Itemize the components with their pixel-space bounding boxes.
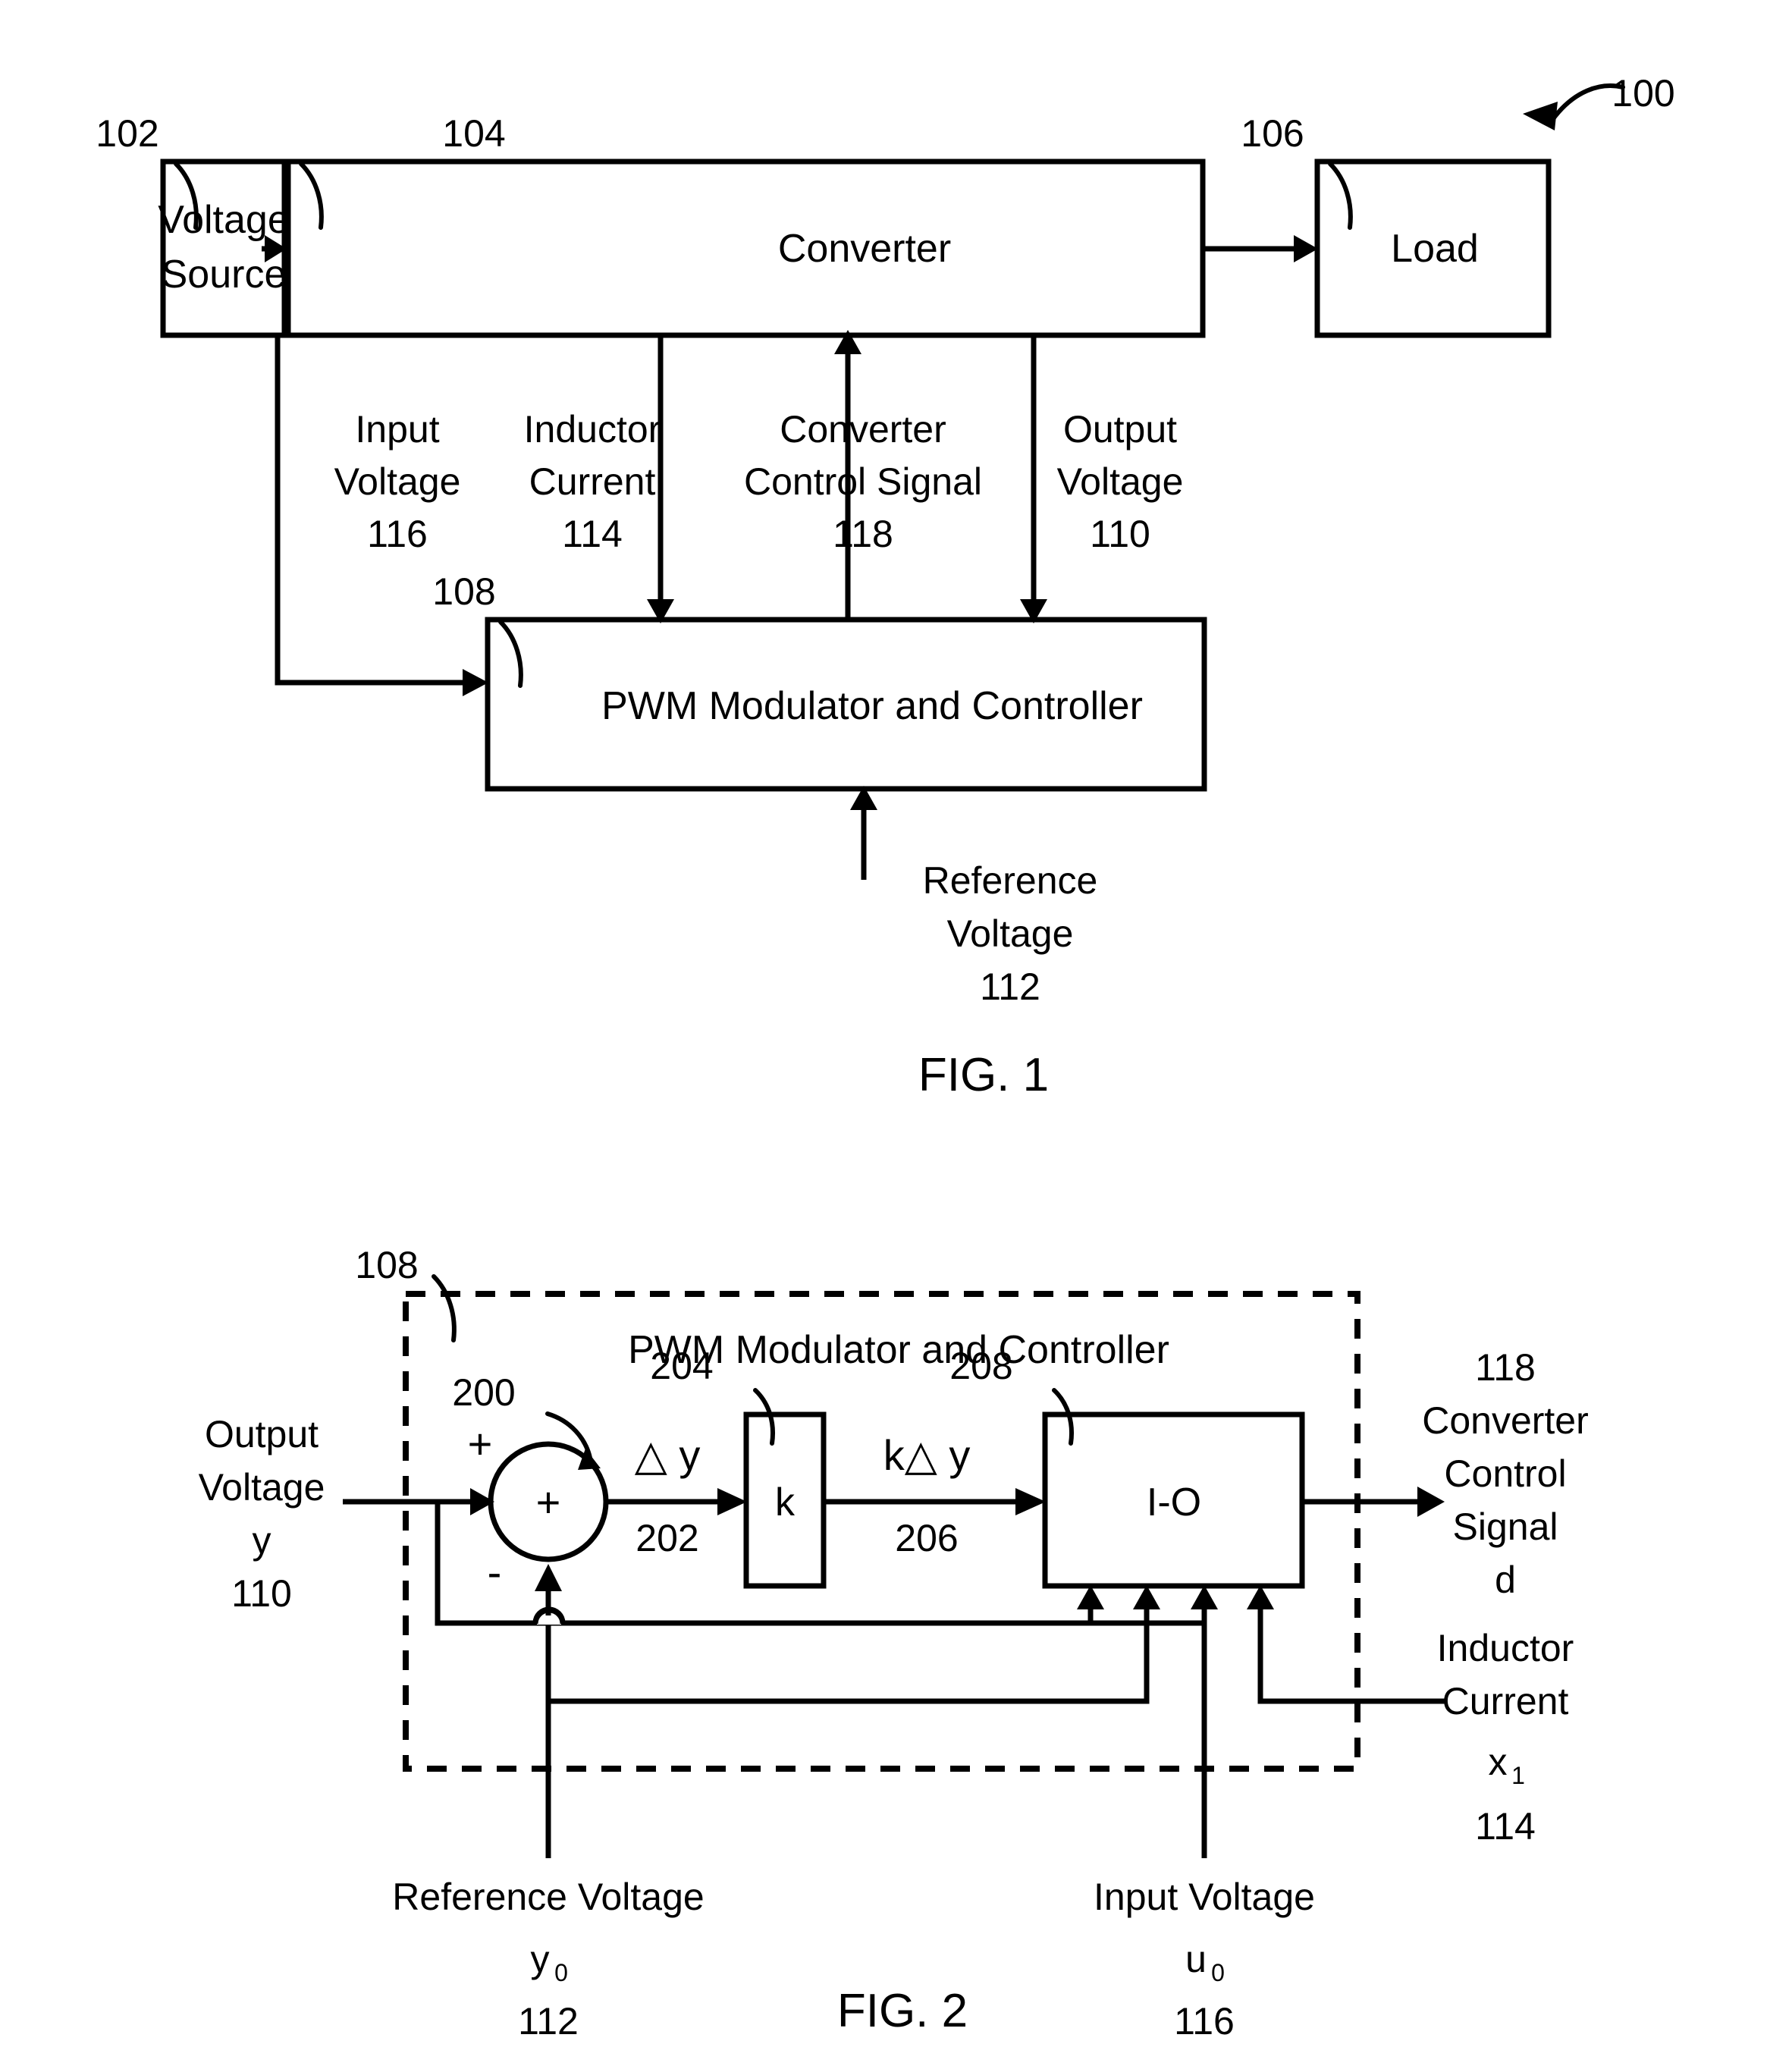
ref-100-leader: [1523, 83, 1625, 130]
summer-plus-sign: +: [468, 1420, 493, 1468]
signal-reference-voltage-ref: 112: [980, 965, 1040, 1008]
signal-reference-voltage-line1: Reference: [923, 859, 1098, 902]
signal-delta-y-label: △ y: [635, 1431, 701, 1479]
wire-reference-voltage-112: [850, 786, 877, 880]
ref-108-label-fig2: 108: [355, 1244, 418, 1286]
ref-204-label: 204: [650, 1345, 713, 1387]
signal-inductor-current-line1: Inductor: [524, 408, 661, 451]
signal-input-voltage-line1: Input: [355, 408, 439, 451]
signal-inductor-current-line2: Current: [529, 460, 656, 503]
ref-108-leader-fig2: [432, 1274, 457, 1342]
signal-converter-control-line1: Converter: [780, 408, 946, 451]
ref-102-label: 102: [96, 112, 158, 155]
port-converter-control-line1: Converter: [1422, 1399, 1589, 1442]
port-input-voltage-var-sub: 0: [1211, 1959, 1225, 1986]
ref-208-label: 208: [949, 1345, 1012, 1387]
block-voltage-source-label-1: Voltage: [158, 198, 290, 242]
port-reference-voltage-var-group: y 0: [531, 1938, 568, 1986]
signal-output-voltage-line2: Voltage: [1057, 460, 1184, 503]
signal-inductor-current-ref: 114: [562, 513, 623, 555]
signal-output-voltage-line1: Output: [1063, 408, 1177, 451]
ref-100-label: 100: [1612, 72, 1674, 115]
signal-converter-control-line2: Control Signal: [744, 460, 982, 503]
port-output-voltage-line2: Voltage: [199, 1466, 325, 1509]
port-converter-control-line3: Signal: [1453, 1506, 1558, 1548]
signal-reference-voltage-line2: Voltage: [947, 912, 1074, 955]
port-reference-voltage-var: y: [531, 1938, 550, 1980]
port-reference-voltage-ref: 112: [518, 2000, 579, 2042]
wire-inductor-current-x1: [1247, 1585, 1445, 1704]
block-load-label: Load: [1391, 227, 1479, 271]
port-converter-control-ref: 118: [1475, 1346, 1536, 1389]
signal-output-voltage-ref: 110: [1090, 513, 1150, 555]
port-input-voltage-ref: 116: [1174, 2000, 1235, 2042]
block-converter-label: Converter: [778, 227, 951, 271]
port-output-voltage-line1: Output: [205, 1413, 319, 1455]
block-converter: [285, 159, 1206, 338]
figure-1-text: 100 102 Voltage Source 104 Converter 106…: [96, 72, 1674, 1101]
port-inductor-current-var: x: [1489, 1741, 1508, 1783]
port-inductor-current-var-group: x 1: [1489, 1741, 1525, 1789]
port-inductor-current-line2: Current: [1442, 1680, 1569, 1722]
ref-106-label: 106: [1241, 112, 1304, 155]
wire-output-voltage-110: [1020, 336, 1047, 623]
port-converter-control-line2: Control: [1444, 1452, 1566, 1495]
figure-2-caption: FIG. 2: [837, 1985, 968, 2037]
wire-inductor-current-bus: [548, 1585, 1160, 1704]
block-voltage-source-label-2: Source: [162, 253, 287, 297]
wire-input-voltage-riser: [1191, 1585, 1218, 1858]
port-reference-voltage-var-sub: 0: [554, 1959, 568, 1986]
wire-k-delta-y-206: [824, 1488, 1046, 1515]
summer-symbol: +: [536, 1478, 561, 1526]
signal-input-voltage-ref: 116: [367, 513, 428, 555]
signal-k-delta-y-label: k△ y: [883, 1431, 971, 1479]
port-input-voltage-var: u: [1185, 1938, 1207, 1980]
wire-converter-to-load: [1204, 235, 1318, 262]
port-converter-control-var: d: [1495, 1559, 1516, 1601]
figure-2-text: 108 PWM Modulator and Controller Output …: [199, 1244, 1589, 2042]
port-inductor-current-ref: 114: [1475, 1805, 1536, 1848]
wire-converter-control-signal-out: [1302, 1487, 1445, 1517]
ref-104-label: 104: [442, 112, 505, 155]
ref-200-leader: [545, 1411, 601, 1470]
ref-200-label: 200: [452, 1371, 515, 1414]
signal-converter-control-ref: 118: [833, 513, 893, 555]
port-inductor-current-line1: Inductor: [1437, 1627, 1574, 1669]
ref-108-leader-fig1: [498, 620, 523, 688]
ref-104-leader: [299, 162, 324, 230]
block-io-label: I-O: [1147, 1480, 1201, 1524]
figure-vector-layer: 100 102 Voltage Source 104 Converter 106…: [96, 72, 1674, 2042]
patent-drawing-sheet: 100 102 Voltage Source 104 Converter 106…: [0, 0, 1792, 2066]
signal-delta-y-ref: 202: [636, 1517, 698, 1559]
ref-106-leader: [1328, 162, 1353, 230]
block-gain-k-label: k: [775, 1480, 796, 1524]
port-reference-voltage-label: Reference Voltage: [392, 1876, 704, 1918]
port-output-voltage-var: y: [253, 1519, 271, 1562]
signal-k-delta-y-ref: 206: [895, 1517, 958, 1559]
block-pwm-label-fig1: PWM Modulator and Controller: [601, 684, 1143, 728]
port-input-voltage-label: Input Voltage: [1094, 1876, 1315, 1918]
hop-mask: [537, 1615, 561, 1625]
port-input-voltage-var-group: u 0: [1185, 1938, 1225, 1986]
figure-1-caption: FIG. 1: [918, 1049, 1049, 1101]
wire-y-into-summer: [343, 1488, 494, 1515]
wire-delta-y-202: [607, 1488, 747, 1515]
summer-minus-sign: -: [488, 1548, 502, 1596]
port-output-voltage-ref: 110: [231, 1572, 292, 1615]
port-inductor-current-var-sub: 1: [1511, 1762, 1525, 1789]
signal-input-voltage-line2: Voltage: [334, 460, 461, 503]
ref-108-label-fig1: 108: [432, 570, 495, 613]
